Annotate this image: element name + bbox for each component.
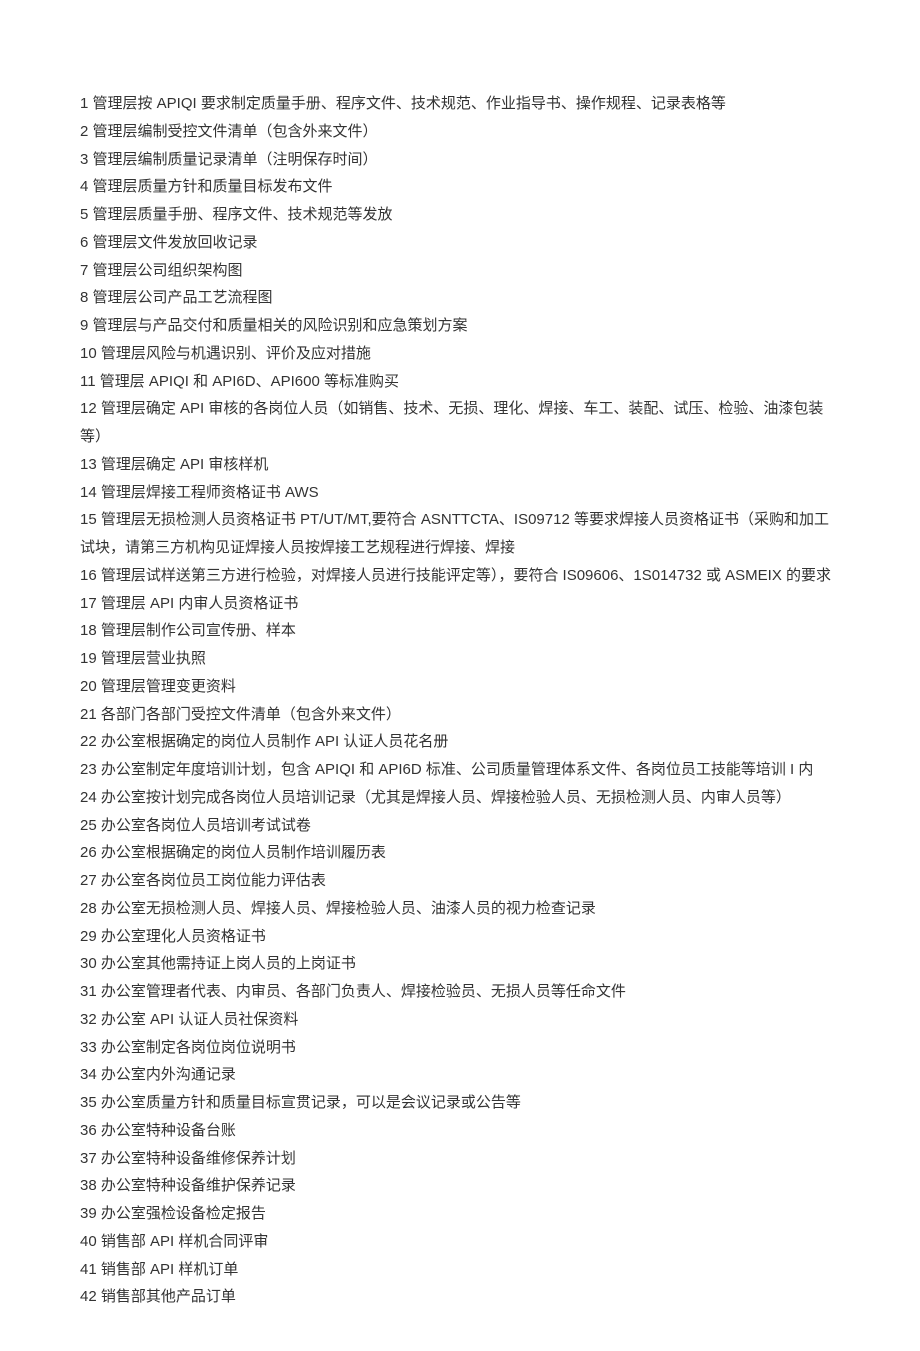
list-item: 27 办公室各岗位员工岗位能力评估表 bbox=[80, 867, 840, 895]
list-item: 31 办公室管理者代表、内审员、各部门负责人、焊接检验员、无损人员等任命文件 bbox=[80, 978, 840, 1006]
list-item: 16 管理层试样送第三方进行检验，对焊接人员进行技能评定等），要符合 IS096… bbox=[80, 562, 840, 590]
list-item: 14 管理层焊接工程师资格证书 AWS bbox=[80, 479, 840, 507]
list-item: 5 管理层质量手册、程序文件、技术规范等发放 bbox=[80, 201, 840, 229]
list-item: 29 办公室理化人员资格证书 bbox=[80, 923, 840, 951]
list-item: 6 管理层文件发放回收记录 bbox=[80, 229, 840, 257]
list-item: 9 管理层与产品交付和质量相关的风险识别和应急策划方案 bbox=[80, 312, 840, 340]
list-item: 15 管理层无损检测人员资格证书 PT/UT/MT,要符合 ASNTTCTA、I… bbox=[80, 506, 840, 562]
list-item: 7 管理层公司组织架构图 bbox=[80, 257, 840, 285]
list-item: 18 管理层制作公司宣传册、样本 bbox=[80, 617, 840, 645]
list-item: 10 管理层风险与机遇识别、评价及应对措施 bbox=[80, 340, 840, 368]
list-item: 3 管理层编制质量记录清单（注明保存时间） bbox=[80, 146, 840, 174]
list-item: 24 办公室按计划完成各岗位人员培训记录（尤其是焊接人员、焊接检验人员、无损检测… bbox=[80, 784, 840, 812]
list-item: 30 办公室其他需持证上岗人员的上岗证书 bbox=[80, 950, 840, 978]
list-item: 25 办公室各岗位人员培训考试试卷 bbox=[80, 812, 840, 840]
list-item: 41 销售部 API 样机订单 bbox=[80, 1256, 840, 1284]
list-item: 36 办公室特种设备台账 bbox=[80, 1117, 840, 1145]
list-item: 38 办公室特种设备维护保养记录 bbox=[80, 1172, 840, 1200]
list-item: 1 管理层按 APIQI 要求制定质量手册、程序文件、技术规范、作业指导书、操作… bbox=[80, 90, 840, 118]
list-item: 23 办公室制定年度培训计划，包含 APIQI 和 API6D 标准、公司质量管… bbox=[80, 756, 840, 784]
list-item: 22 办公室根据确定的岗位人员制作 API 认证人员花名册 bbox=[80, 728, 840, 756]
list-item: 32 办公室 API 认证人员社保资料 bbox=[80, 1006, 840, 1034]
list-item: 37 办公室特种设备维修保养计划 bbox=[80, 1145, 840, 1173]
list-item: 4 管理层质量方针和质量目标发布文件 bbox=[80, 173, 840, 201]
list-item: 2 管理层编制受控文件清单（包含外来文件） bbox=[80, 118, 840, 146]
document-content: 1 管理层按 APIQI 要求制定质量手册、程序文件、技术规范、作业指导书、操作… bbox=[80, 90, 840, 1311]
list-item: 26 办公室根据确定的岗位人员制作培训履历表 bbox=[80, 839, 840, 867]
list-item: 28 办公室无损检测人员、焊接人员、焊接检验人员、油漆人员的视力检查记录 bbox=[80, 895, 840, 923]
list-item: 12 管理层确定 API 审核的各岗位人员（如销售、技术、无损、理化、焊接、车工… bbox=[80, 395, 840, 451]
list-item: 34 办公室内外沟通记录 bbox=[80, 1061, 840, 1089]
list-item: 11 管理层 APIQI 和 API6D、API600 等标准购买 bbox=[80, 368, 840, 396]
list-item: 17 管理层 API 内审人员资格证书 bbox=[80, 590, 840, 618]
list-item: 33 办公室制定各岗位岗位说明书 bbox=[80, 1034, 840, 1062]
list-item: 13 管理层确定 API 审核样机 bbox=[80, 451, 840, 479]
list-item: 8 管理层公司产品工艺流程图 bbox=[80, 284, 840, 312]
list-item: 39 办公室强检设备检定报告 bbox=[80, 1200, 840, 1228]
list-item: 19 管理层营业执照 bbox=[80, 645, 840, 673]
list-item: 20 管理层管理变更资料 bbox=[80, 673, 840, 701]
list-item: 40 销售部 API 样机合同评审 bbox=[80, 1228, 840, 1256]
list-item: 42 销售部其他产品订单 bbox=[80, 1283, 840, 1311]
list-item: 21 各部门各部门受控文件清单（包含外来文件） bbox=[80, 701, 840, 729]
list-item: 35 办公室质量方针和质量目标宣贯记录，可以是会议记录或公告等 bbox=[80, 1089, 840, 1117]
